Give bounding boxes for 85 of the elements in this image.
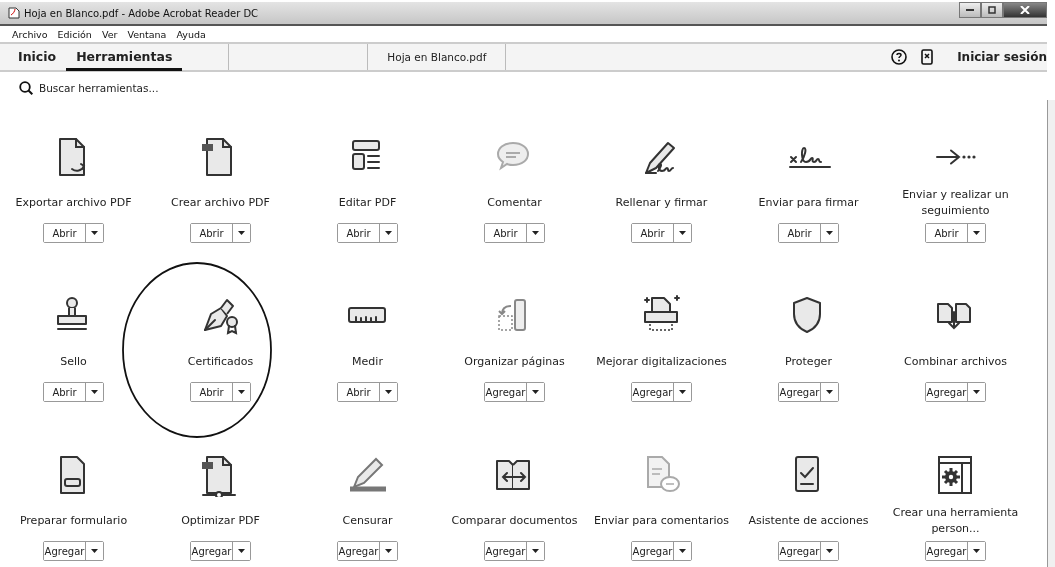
caret-icon bbox=[678, 231, 686, 235]
restore-icon bbox=[988, 6, 996, 14]
action-button[interactable]: Abrir bbox=[44, 383, 86, 401]
action-button[interactable]: Agregar bbox=[631, 542, 675, 560]
scrollbar[interactable] bbox=[1047, 100, 1055, 567]
tab[interactable]: Inicio bbox=[8, 44, 67, 71]
action-button[interactable]: Agregar bbox=[925, 383, 969, 401]
action-button[interactable]: Agregar bbox=[778, 383, 822, 401]
sign-in-link[interactable]: Iniciar sesión bbox=[957, 50, 1047, 64]
tool-label: Mejorar digitalizaciones bbox=[595, 354, 728, 370]
tool-label: Rellenar y firmar bbox=[614, 195, 709, 211]
action-button[interactable]: Agregar bbox=[484, 542, 528, 560]
window-title: Hoja en Blanco.pdf - Adobe Acrobat Reader DC bbox=[24, 7, 259, 19]
menu-item[interactable]: Edición bbox=[57, 28, 92, 40]
tool-label: Crear archivo PDF bbox=[170, 195, 271, 211]
tool-label: Censurar bbox=[341, 513, 394, 529]
tool-label: Combinar archivos bbox=[903, 354, 1008, 370]
action-button[interactable]: Agregar bbox=[631, 383, 675, 401]
tool-label: Enviar para comentarios bbox=[592, 513, 731, 529]
action-button[interactable]: Agregar bbox=[43, 542, 87, 560]
search-icon bbox=[19, 81, 33, 95]
tool-label: Organizar páginas bbox=[463, 354, 566, 370]
tool-label: Comentar bbox=[486, 195, 543, 211]
caret-icon bbox=[825, 231, 833, 235]
menu-item[interactable]: Archivo bbox=[12, 28, 48, 40]
caret-icon bbox=[90, 390, 98, 394]
tool-label: Enviar y realizar un seguimiento bbox=[901, 187, 1010, 219]
action-button[interactable]: Abrir bbox=[338, 224, 380, 242]
action-button[interactable]: Abrir bbox=[44, 224, 86, 242]
minimize-icon bbox=[966, 8, 974, 12]
tool-label: Medir bbox=[351, 354, 384, 370]
menu-item[interactable]: Ayuda bbox=[176, 28, 206, 40]
action-button[interactable]: Abrir bbox=[926, 224, 968, 242]
caret-icon bbox=[532, 390, 540, 394]
action-button[interactable]: Abrir bbox=[632, 224, 674, 242]
caret-icon bbox=[238, 549, 246, 553]
minimize-button[interactable] bbox=[959, 2, 981, 18]
caret-icon bbox=[826, 390, 834, 394]
action-button[interactable]: Abrir bbox=[191, 383, 233, 401]
caret-icon bbox=[973, 549, 981, 553]
caret-icon bbox=[237, 231, 245, 235]
menu-item[interactable]: Ventana bbox=[127, 28, 167, 40]
tool-label: Optimizar PDF bbox=[180, 513, 261, 529]
tool-label: Asistente de acciones bbox=[747, 513, 870, 529]
action-button[interactable]: Abrir bbox=[779, 224, 821, 242]
caret-icon bbox=[237, 390, 245, 394]
caret-icon bbox=[531, 231, 539, 235]
restore-button[interactable] bbox=[981, 2, 1003, 18]
tool-label: Exportar archivo PDF bbox=[14, 195, 133, 211]
close-button[interactable] bbox=[1003, 2, 1047, 18]
caret-icon bbox=[532, 549, 540, 553]
action-button[interactable]: Agregar bbox=[190, 542, 234, 560]
document-tab[interactable]: Hoja en Blanco.pdf bbox=[368, 44, 507, 70]
caret-icon bbox=[679, 549, 687, 553]
caret-icon bbox=[91, 549, 99, 553]
caret-icon bbox=[384, 231, 392, 235]
caret-icon bbox=[679, 390, 687, 394]
arrow-dots-icon bbox=[935, 149, 976, 165]
action-button[interactable]: Agregar bbox=[925, 542, 969, 560]
close-icon bbox=[1020, 6, 1030, 14]
tab[interactable]: Herramientas bbox=[66, 44, 183, 71]
menu-item[interactable]: Ver bbox=[101, 28, 118, 40]
tool-label: Preparar formulario bbox=[18, 513, 129, 529]
help-icon[interactable] bbox=[891, 49, 908, 65]
tool-label: Comparar documentos bbox=[450, 513, 579, 529]
action-button[interactable]: Abrir bbox=[485, 224, 527, 242]
action-button[interactable]: Agregar bbox=[778, 542, 822, 560]
caret-icon bbox=[384, 390, 392, 394]
action-button[interactable]: Agregar bbox=[484, 383, 528, 401]
caret-icon bbox=[385, 549, 393, 553]
caret-icon bbox=[826, 549, 834, 553]
caret-icon bbox=[973, 390, 981, 394]
action-button[interactable]: Agregar bbox=[337, 542, 381, 560]
pdf-file-icon bbox=[8, 7, 20, 19]
tool-label: Enviar para firmar bbox=[757, 195, 860, 211]
mobile-device-icon[interactable] bbox=[921, 49, 934, 65]
caret-icon bbox=[90, 231, 98, 235]
tool-label: Crear una herramienta person... bbox=[891, 505, 1020, 537]
caret-icon bbox=[972, 231, 980, 235]
tool-label: Editar PDF bbox=[337, 195, 398, 211]
action-button[interactable]: Abrir bbox=[338, 383, 380, 401]
action-button[interactable]: Abrir bbox=[191, 224, 233, 242]
tool-label: Certificados bbox=[186, 354, 255, 370]
tool-label: Proteger bbox=[784, 354, 833, 370]
tool-label: Sello bbox=[59, 354, 88, 370]
